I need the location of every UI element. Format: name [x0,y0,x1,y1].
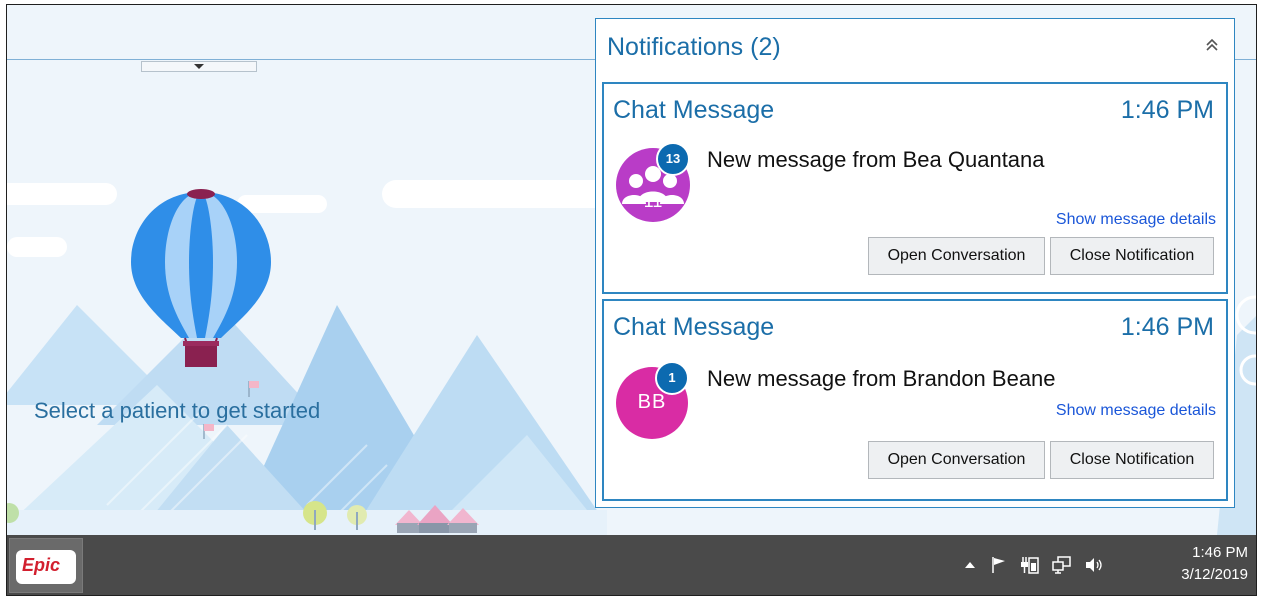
show-message-details-link[interactable]: Show message details [1056,211,1216,229]
notifications-header: Notifications (2) [596,19,1234,75]
volume-icon[interactable] [1084,556,1104,574]
collapse-header-handle[interactable] [141,61,257,72]
epic-taskbar-button[interactable]: Epic [9,538,83,593]
collapse-up-icon[interactable] [1204,36,1220,54]
clock-time: 1:46 PM [1192,544,1248,561]
avatar-initials: BB [637,391,667,413]
flag-icon[interactable] [990,556,1008,574]
show-hidden-icons-icon[interactable] [964,560,976,570]
clock-date: 3/12/2019 [1181,566,1248,583]
open-conversation-button[interactable]: Open Conversation [868,441,1045,479]
power-icon[interactable] [1020,556,1040,574]
taskbar-clock[interactable]: 1:46 PM 3/12/2019 [1181,542,1248,586]
notifications-panel: Notifications (2) Chat Message 1:46 PM 1… [595,18,1235,508]
unread-count-badge: 13 [656,142,690,176]
close-notification-button[interactable]: Close Notification [1050,441,1214,479]
unread-count-badge: 1 [655,361,689,395]
notification-message: New message from Bea Quantana [707,147,1045,172]
notification-type: Chat Message [613,96,775,124]
taskbar: Epic 1:46 PM 3/12/2019 [7,535,1256,595]
show-message-details-link[interactable]: Show message details [1056,402,1216,420]
empty-state-message: Select a patient to get started [34,398,321,423]
notifications-title: Notifications (2) [607,33,781,61]
workspace: Select a patient to get started Notifica… [7,5,1256,535]
notification-time: 1:46 PM [1120,96,1214,124]
open-conversation-button[interactable]: Open Conversation [868,237,1045,275]
notification-card: Chat Message 1:46 PM BB 1 New message fr… [602,299,1228,501]
system-tray: 1:46 PM 3/12/2019 [956,535,1256,595]
chevron-down-icon [194,64,204,69]
epic-logo: Epic [16,550,76,584]
notification-card: Chat Message 1:46 PM 11 13 New message f… [602,82,1228,294]
app-window: Select a patient to get started Notifica… [6,4,1257,596]
notification-type: Chat Message [613,313,775,341]
epic-logo-text: Epic [22,555,61,575]
notification-time: 1:46 PM [1120,313,1214,341]
network-icon[interactable] [1052,556,1072,574]
notification-message: New message from Brandon Beane [707,366,1056,391]
close-notification-button[interactable]: Close Notification [1050,237,1214,275]
avatar-member-count: 11 [643,191,663,211]
